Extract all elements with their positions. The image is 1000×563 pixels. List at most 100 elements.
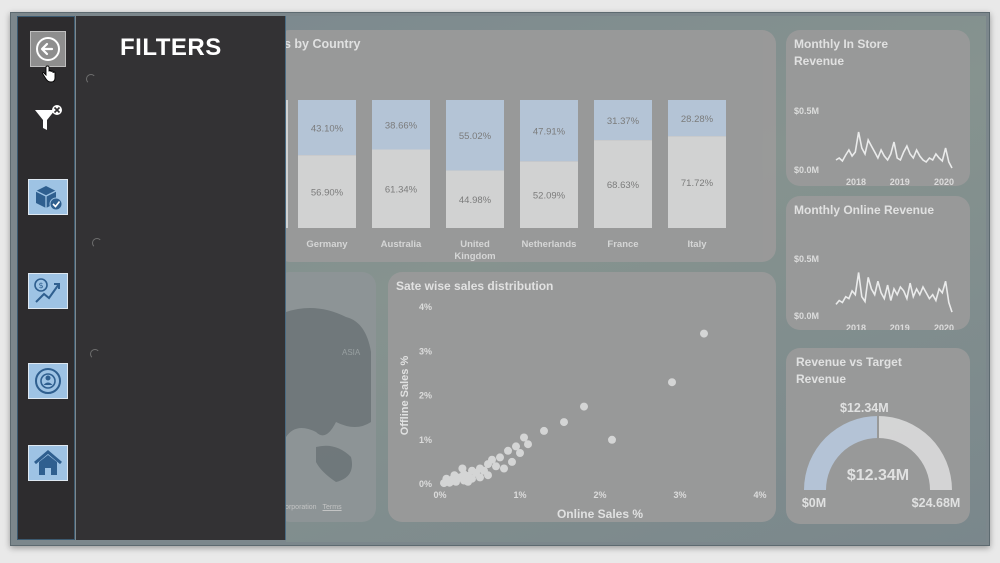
bar-data-label: 38.66% xyxy=(385,121,418,132)
state-sales-scatter-card[interactable]: Sate wise sales distribution 4% 3% 2% 1% 0% 0%… xyxy=(388,272,776,522)
state-sales-scatter-chart[interactable]: Sate wise sales distribution 4% 3% 2% 1% 0%0%… xyxy=(388,272,776,522)
scatter-point xyxy=(484,471,492,480)
x-tick-label: 0% xyxy=(433,490,446,500)
series-line xyxy=(835,131,953,169)
x-tick-label: 2020 xyxy=(934,177,954,186)
x-tick-label: 4% xyxy=(753,490,766,500)
x-tick-label: 2019 xyxy=(890,177,910,186)
product-page-button[interactable] xyxy=(28,179,68,215)
scatter-point xyxy=(700,329,708,338)
online-revenue-chart[interactable]: Monthly Online Revenue $0.5M $0.0M 2018 2019… xyxy=(786,196,970,330)
y-tick-label: $0.0M xyxy=(794,311,819,321)
map-attribution: Corporation Terms xyxy=(280,504,342,511)
in-store-revenue-card[interactable]: Monthly In Store Revenue $0.5M $0.0M 2018 201… xyxy=(786,30,970,186)
scatter-point xyxy=(560,418,568,427)
series-line xyxy=(835,272,953,313)
report-canvas: s by Country 43.10% 56.90% Germany 38.66% 61… xyxy=(276,16,986,542)
sales-page-button[interactable]: $ xyxy=(28,273,68,309)
back-button[interactable] xyxy=(28,31,68,83)
sales-by-country-card[interactable]: s by Country 43.10% 56.90% Germany 38.66% 61… xyxy=(276,30,776,262)
scatter-point xyxy=(540,426,548,435)
scatter-point xyxy=(504,446,512,455)
scatter-point xyxy=(508,457,516,466)
customer-page-button[interactable] xyxy=(28,363,68,399)
map-region-label: ASIA xyxy=(342,348,361,357)
scatter-point xyxy=(496,453,504,462)
revenue-vs-target-card[interactable]: Revenue vs Target Revenue $12.34M $12.34M $0… xyxy=(786,348,970,524)
y-tick-label: 2% xyxy=(419,391,432,401)
bar-data-label: 28.28% xyxy=(681,114,714,125)
bar-data-label: 44.98% xyxy=(459,195,492,206)
scatter-point xyxy=(668,378,676,387)
bar-data-label: 61.34% xyxy=(385,185,418,196)
loading-spinner-icon xyxy=(86,74,96,84)
scatter-point xyxy=(492,462,500,471)
y-tick-label: 4% xyxy=(419,302,432,312)
x-axis-label: Online Sales % xyxy=(557,507,643,521)
chart-title: Monthly In Store xyxy=(794,37,888,51)
filters-pane[interactable]: FILTERS xyxy=(76,16,286,540)
scatter-point xyxy=(450,471,459,480)
bar-data-label: 68.63% xyxy=(607,180,640,191)
chart-title: Monthly Online Revenue xyxy=(794,203,934,217)
loading-spinner-icon xyxy=(90,349,100,359)
in-store-revenue-chart[interactable]: Monthly In Store Revenue $0.5M $0.0M 2018 201… xyxy=(786,30,970,186)
x-tick-label: 2% xyxy=(593,490,606,500)
category-tick-label: United xyxy=(460,239,490,250)
product-check-icon xyxy=(35,186,63,211)
category-tick-label: France xyxy=(607,239,638,250)
gauge-max-label: $24.68M xyxy=(912,496,961,510)
bar-data-label: 43.10% xyxy=(311,124,344,135)
x-tick-label: 2018 xyxy=(846,177,866,186)
chart-title: Revenue xyxy=(796,372,846,386)
bar-data-label: 56.90% xyxy=(311,188,344,199)
gauge-target-label: $12.34M xyxy=(840,401,889,415)
hand-cursor-icon xyxy=(42,65,56,83)
category-tick-label: Kingdom xyxy=(454,251,495,262)
scatter-point xyxy=(500,464,508,473)
gauge-value-label: $12.34M xyxy=(847,467,909,484)
sales-by-country-chart[interactable]: 43.10% 56.90% Germany 38.66% 61.34% Australia… xyxy=(276,30,776,262)
home-icon xyxy=(34,450,62,475)
sales-growth-icon: $ xyxy=(34,278,60,303)
y-tick-label: 0% xyxy=(419,479,432,489)
map-terms-link[interactable]: Terms xyxy=(323,504,342,511)
chart-title: Revenue xyxy=(794,54,844,68)
bar-data-label: 55.02% xyxy=(459,131,492,142)
scatter-point xyxy=(524,440,532,449)
world-map[interactable] xyxy=(276,272,376,522)
svg-text:$: $ xyxy=(38,281,43,290)
scatter-point xyxy=(580,402,588,411)
revenue-gauge-chart[interactable]: Revenue vs Target Revenue $12.34M $12.34M $0… xyxy=(786,348,970,524)
category-tick-label: Italy xyxy=(687,239,707,250)
scatter-point xyxy=(476,473,484,482)
y-tick-label: $0.5M xyxy=(794,254,819,264)
scatter-point xyxy=(516,449,524,457)
category-tick-label: Australia xyxy=(381,239,422,250)
y-tick-label: $0.5M xyxy=(794,106,819,116)
bar-data-label: 52.09% xyxy=(533,191,566,202)
chart-title: Revenue vs Target xyxy=(796,355,902,369)
x-tick-label: 2020 xyxy=(934,323,954,330)
gauge-min-label: $0M xyxy=(802,496,826,510)
scatter-point xyxy=(458,464,467,473)
y-tick-label: 3% xyxy=(419,346,432,356)
x-tick-label: 2019 xyxy=(890,323,910,330)
map-card[interactable]: y ASIA Corporation Terms xyxy=(276,272,376,522)
clear-filter-icon xyxy=(35,105,62,130)
home-button[interactable] xyxy=(28,445,68,481)
x-tick-label: 3% xyxy=(673,490,686,500)
online-revenue-card[interactable]: Monthly Online Revenue $0.5M $0.0M 2018 2019… xyxy=(786,196,970,330)
scatter-point xyxy=(520,433,528,442)
scatter-point xyxy=(608,435,616,444)
x-tick-label: 1% xyxy=(513,490,526,500)
scatter-point xyxy=(464,477,472,486)
bar-data-label: 47.91% xyxy=(533,127,566,138)
filters-title: FILTERS xyxy=(120,34,222,61)
customer-target-icon xyxy=(35,368,61,394)
clear-filters-button[interactable] xyxy=(28,101,68,137)
loading-spinner-icon xyxy=(92,238,102,248)
category-tick-label: Netherlands xyxy=(522,239,577,250)
y-tick-label: $0.0M xyxy=(794,165,819,175)
scatter-point xyxy=(442,474,451,483)
